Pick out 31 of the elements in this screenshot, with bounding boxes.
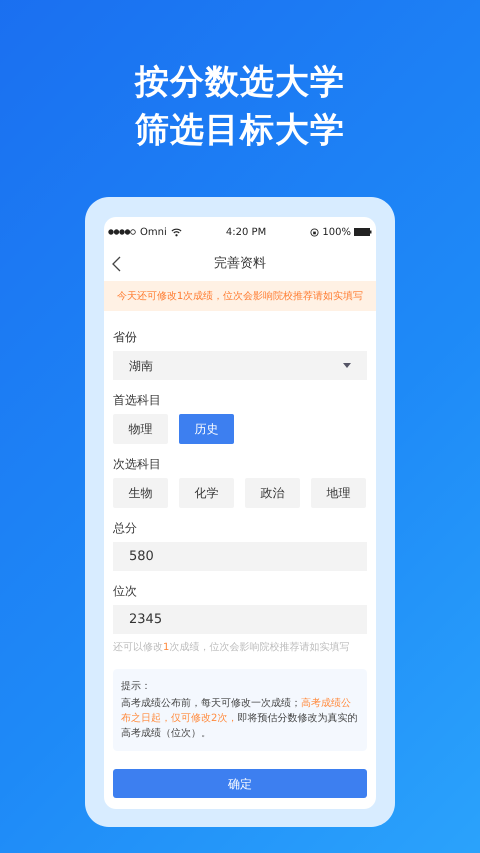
field-label: 位次	[113, 585, 138, 597]
tips-text: 高考成绩公布前，每天可修改一次成绩；高考成绩公布之日起，仅可修改2次，即将预估分数修改为真实的高考成绩（位次）。	[121, 696, 358, 741]
headline: 筛选目标大学	[135, 110, 345, 150]
notice-banner: 今天还可修改1次成绩，位次会影响院校推荐请如实填写	[104, 281, 376, 311]
subject-option[interactable]: 生物	[113, 478, 168, 508]
wifi-icon	[170, 228, 182, 236]
field-label: 总分	[113, 522, 138, 534]
battery-percent: 100%	[322, 226, 351, 240]
lock-rotation-icon	[310, 228, 320, 236]
subject-option[interactable]: 物理	[113, 414, 168, 444]
headline: 按分数选大学	[135, 62, 345, 102]
hint-text: 还可以修改1次成绩，位次会影响院校推荐请如实填写	[113, 640, 350, 655]
page-title: 完善资料	[214, 255, 266, 274]
status-time: 4:20 PM	[226, 226, 266, 240]
subject-option[interactable]: 政治	[245, 478, 300, 508]
back-icon[interactable]	[112, 256, 121, 272]
tips-title: 提示：	[121, 680, 152, 694]
province-select[interactable]: 湖南	[113, 351, 367, 380]
battery-icon	[354, 228, 372, 236]
field-label: 首选科目	[113, 394, 162, 406]
confirm-button[interactable]: 确定	[113, 769, 367, 798]
input-field[interactable]: 580	[113, 542, 367, 571]
subject-option[interactable]: 化学	[179, 478, 234, 508]
subject-option[interactable]: 地理	[311, 478, 366, 508]
subject-option[interactable]: 历史	[179, 414, 234, 444]
field-label: 次选科目	[113, 458, 162, 470]
input-field[interactable]: 2345	[113, 605, 367, 634]
caret-icon	[343, 363, 351, 368]
field-label: 省份	[113, 331, 138, 343]
signal-icon	[108, 229, 136, 235]
carrier-name: Omni	[140, 226, 167, 240]
